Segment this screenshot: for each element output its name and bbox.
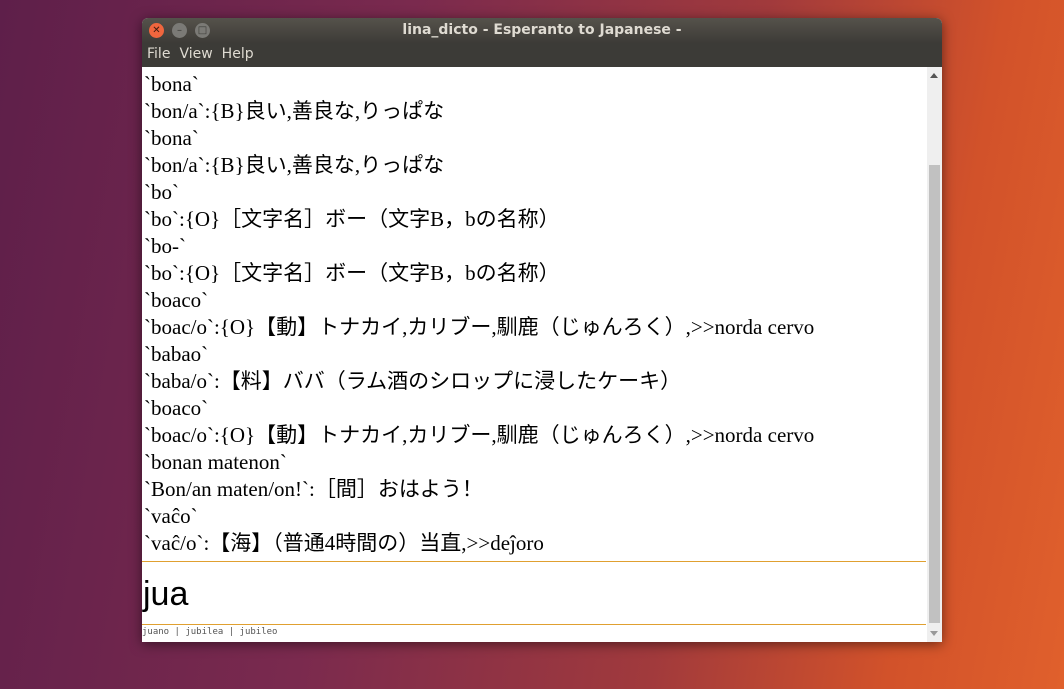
result-line: `boac/o`:{O}【動】トナカイ,カリブー,馴鹿（じゅんろく）,>>nor…	[144, 423, 815, 447]
result-line: `bon/a`:{B}良い,善良な,りっぱな	[144, 99, 445, 123]
scrollbar-thumb[interactable]	[929, 165, 940, 623]
menu-help[interactable]: Help	[217, 43, 258, 62]
menu-bar: File View Help	[142, 43, 942, 67]
result-line: `bona`	[144, 72, 199, 96]
result-line: `Bon/an maten/on!`:［間］おはよう！	[144, 477, 483, 501]
scroll-down-icon[interactable]	[930, 631, 938, 636]
result-line: `boac/o`:{O}【動】トナカイ,カリブー,馴鹿（じゅんろく）,>>nor…	[144, 315, 815, 339]
result-line: `vaĉ/o`:【海】（普通4時間の）当直,>>deĵoro	[144, 531, 544, 555]
result-line: `bo`:{O}［文字名］ボー（文字B，bの名称）	[144, 207, 560, 231]
app-window: ✕ – □ lina_dicto - Esperanto to Japanese…	[142, 18, 942, 642]
result-line: `bon/a`:{B}良い,善良な,りっぱな	[144, 153, 445, 177]
result-line: `bo`:{O}［文字名］ボー（文字B，bの名称）	[144, 261, 560, 285]
suggestion-list[interactable]: juano | jubilea | jubileo	[142, 627, 277, 637]
result-line: `bo-`	[144, 234, 186, 258]
result-line: `boaco`	[144, 396, 209, 420]
result-line: `boaco`	[144, 288, 209, 312]
scrollbar[interactable]	[927, 67, 942, 642]
menu-file[interactable]: File	[142, 43, 174, 62]
title-bar[interactable]: ✕ – □ lina_dicto - Esperanto to Japanese…	[142, 18, 942, 43]
scroll-up-icon[interactable]	[930, 73, 938, 78]
result-line: `baba/o`:【料】ババ（ラム酒のシロップに浸したケーキ）	[144, 369, 682, 393]
result-line: `bo`	[144, 180, 179, 204]
menu-view[interactable]: View	[174, 43, 216, 62]
result-line: `bona`	[144, 126, 199, 150]
result-line: `babao`	[144, 342, 209, 366]
result-line: `vaĉo`	[144, 504, 198, 528]
result-line: `bonan matenon`	[144, 450, 287, 474]
search-input[interactable]: jua	[142, 561, 926, 625]
window-title: lina_dicto - Esperanto to Japanese -	[402, 22, 682, 38]
results-area: `bona` `bon/a`:{B}良い,善良な,りっぱな `bona` `bon/a…	[142, 67, 927, 560]
